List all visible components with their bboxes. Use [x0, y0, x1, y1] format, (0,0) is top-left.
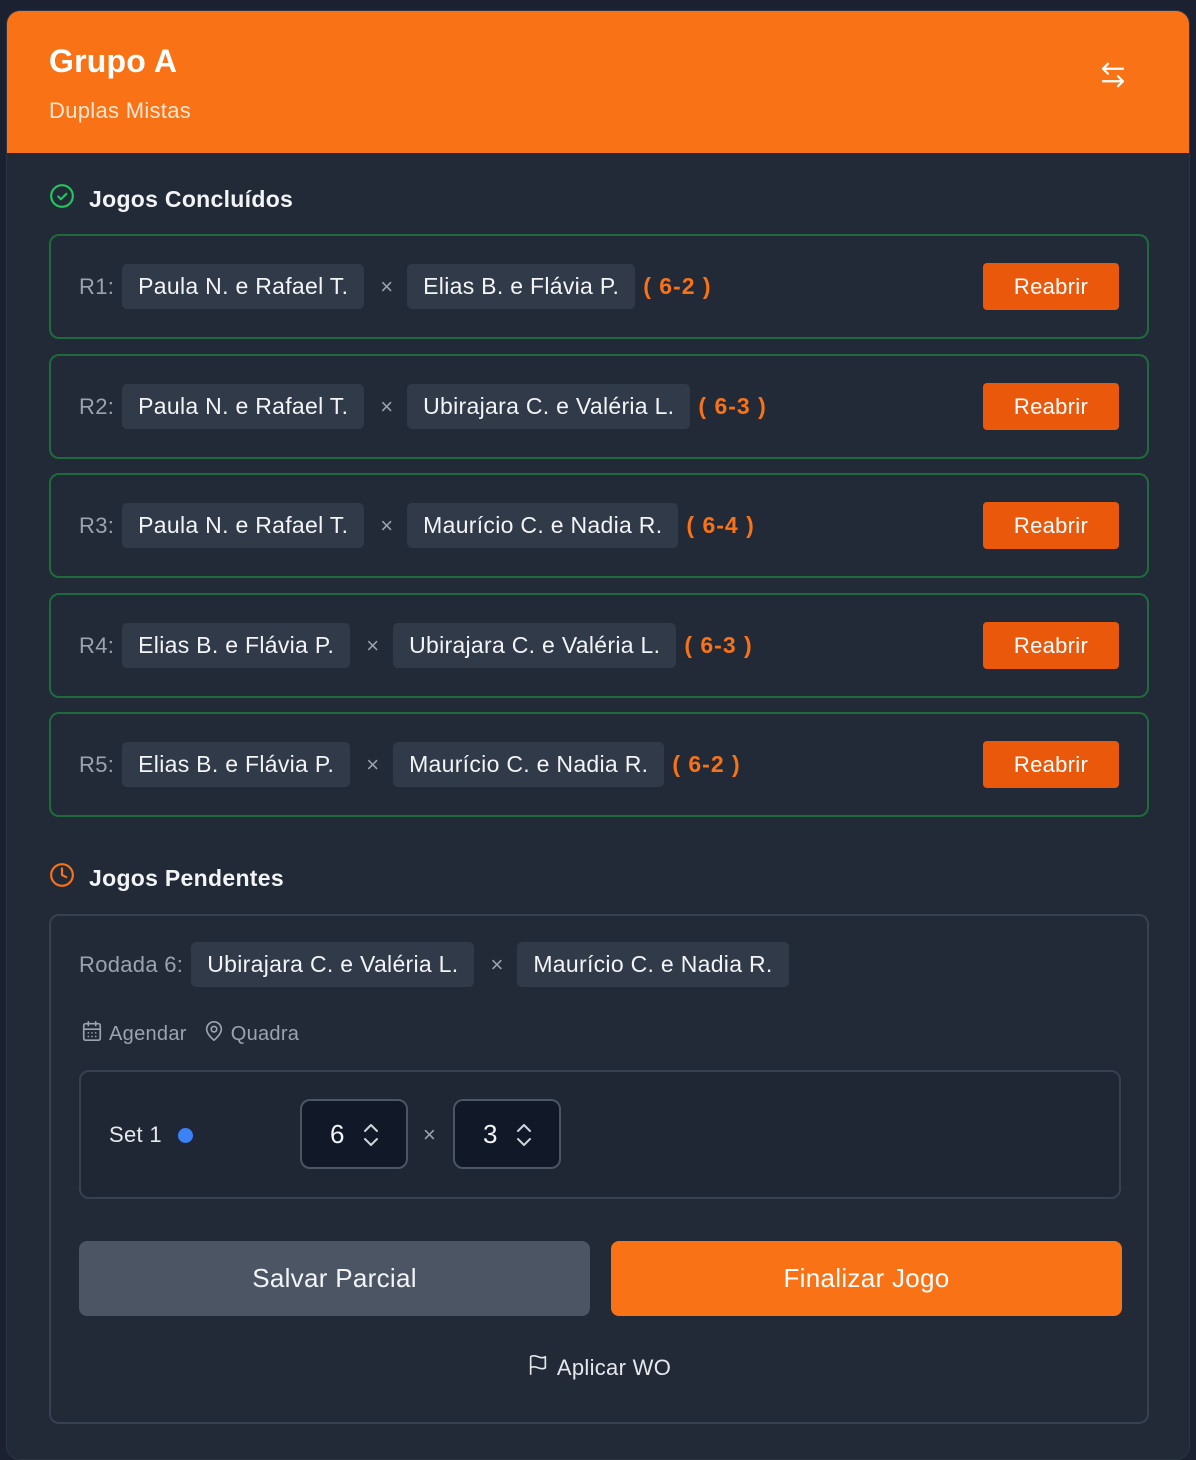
reopen-button[interactable]: Reabrir: [983, 383, 1119, 430]
set-score-box: Set 1 6 × 3: [79, 1070, 1121, 1199]
set-label: Set 1: [109, 1122, 162, 1147]
match-meta-row: Agendar Quadra: [81, 1020, 299, 1048]
round-label: R2:: [79, 393, 115, 419]
match-score: ( 6-2 ): [672, 751, 741, 777]
score-a-value: 6: [330, 1118, 345, 1149]
team-b-chip: Maurício C. e Nadia R.: [393, 742, 665, 787]
apply-wo-label: Aplicar WO: [556, 1355, 672, 1380]
pending-match-card: Rodada 6: Ubirajara C. e Valéria L. × Ma…: [49, 914, 1149, 1424]
vs-separator: ×: [366, 632, 380, 658]
match-score: ( 6-2 ): [643, 273, 712, 299]
group-title: Grupo A: [49, 43, 178, 79]
group-card: Grupo A Duplas Mistas Jogos Concluídos R…: [6, 10, 1190, 1460]
completed-match-r3: R3: Paula N. e Rafael T. × Maurício C. e…: [49, 473, 1149, 578]
team-a-chip: Paula N. e Rafael T.: [122, 384, 365, 429]
pending-section-title: Jogos Pendentes: [49, 862, 284, 894]
team-a-chip: Elias B. e Flávia P.: [122, 623, 351, 668]
completed-match-r1: R1: Paula N. e Rafael T. × Elias B. e Fl…: [49, 234, 1149, 339]
map-pin-icon: [203, 1020, 225, 1048]
group-subtitle: Duplas Mistas: [49, 98, 192, 123]
score-a-input[interactable]: 6: [300, 1099, 408, 1169]
check-circle-icon: [49, 183, 75, 215]
round-label: R5:: [79, 751, 115, 777]
team-a-chip: Paula N. e Rafael T.: [122, 503, 365, 548]
save-partial-button[interactable]: Salvar Parcial: [79, 1241, 590, 1316]
reopen-button[interactable]: Reabrir: [983, 622, 1119, 669]
round-label: Rodada 6:: [79, 951, 184, 977]
team-a-chip: Ubirajara C. e Valéria L.: [191, 942, 475, 987]
reopen-button[interactable]: Reabrir: [983, 263, 1119, 310]
completed-match-r4: R4: Elias B. e Flávia P. × Ubirajara C. …: [49, 593, 1149, 698]
team-b-chip: Ubirajara C. e Valéria L.: [407, 384, 691, 429]
round-label: R3:: [79, 512, 115, 538]
vs-separator: ×: [490, 951, 504, 977]
schedule-label: Agendar: [109, 1022, 187, 1045]
chevron-updown-icon[interactable]: [513, 1119, 535, 1151]
score-b-input[interactable]: 3: [453, 1099, 561, 1169]
vs-separator: ×: [366, 751, 380, 777]
vs-separator: ×: [380, 393, 394, 419]
pending-title-label: Jogos Pendentes: [89, 864, 284, 891]
schedule-link[interactable]: Agendar: [81, 1020, 187, 1048]
pending-match-row: Rodada 6: Ubirajara C. e Valéria L. × Ma…: [79, 942, 789, 987]
completed-match-r2: R2: Paula N. e Rafael T. × Ubirajara C. …: [49, 354, 1149, 459]
group-header: Grupo A Duplas Mistas: [7, 11, 1189, 153]
score-b-value: 3: [483, 1118, 498, 1149]
court-label: Quadra: [230, 1022, 300, 1045]
reopen-button[interactable]: Reabrir: [983, 741, 1119, 788]
team-b-chip: Elias B. e Flávia P.: [407, 264, 636, 309]
team-b-chip: Maurício C. e Nadia R.: [517, 942, 789, 987]
vs-separator: ×: [380, 512, 394, 538]
active-set-indicator: [177, 1127, 193, 1143]
calendar-icon: [81, 1020, 103, 1048]
clock-icon: [49, 862, 75, 894]
completed-title-label: Jogos Concluídos: [89, 185, 294, 212]
match-score: ( 6-4 ): [686, 512, 755, 538]
finish-match-button[interactable]: Finalizar Jogo: [611, 1241, 1122, 1316]
team-a-chip: Elias B. e Flávia P.: [122, 742, 351, 787]
set-label-wrapper: Set 1: [109, 1122, 193, 1148]
team-b-chip: Maurício C. e Nadia R.: [407, 503, 679, 548]
reopen-button[interactable]: Reabrir: [983, 502, 1119, 549]
completed-match-r5: R5: Elias B. e Flávia P. × Maurício C. e…: [49, 712, 1149, 817]
team-a-chip: Paula N. e Rafael T.: [122, 264, 365, 309]
flag-icon: [527, 1354, 549, 1382]
vs-separator: ×: [380, 273, 394, 299]
round-label: R4:: [79, 632, 115, 658]
apply-wo-link[interactable]: Aplicar WO: [51, 1354, 1147, 1382]
set-vs-separator: ×: [423, 1122, 436, 1147]
match-score: ( 6-3 ): [698, 393, 767, 419]
swap-arrows-icon[interactable]: [1095, 57, 1131, 93]
team-b-chip: Ubirajara C. e Valéria L.: [393, 623, 677, 668]
match-score: ( 6-3 ): [684, 632, 753, 658]
round-label: R1:: [79, 273, 115, 299]
court-link[interactable]: Quadra: [203, 1020, 300, 1048]
chevron-updown-icon[interactable]: [360, 1119, 382, 1151]
completed-section-title: Jogos Concluídos: [49, 183, 293, 215]
